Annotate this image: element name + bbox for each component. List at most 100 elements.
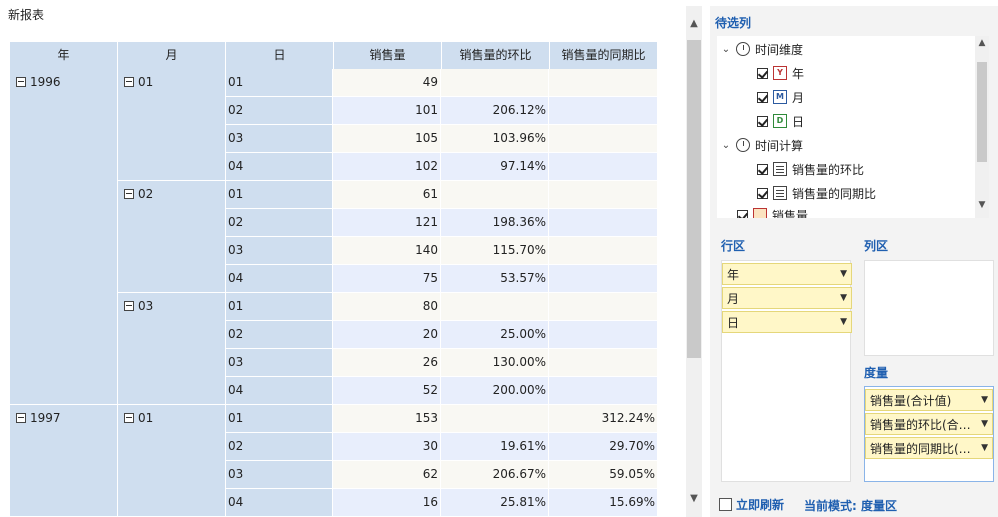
row-zone-title: 行区 — [721, 239, 746, 253]
header-yoy[interactable]: 销售量的同期比 — [550, 42, 657, 69]
tree-node-mom[interactable]: 销售量的环比 — [757, 160, 864, 178]
row-chip-day[interactable]: 日 ▼ — [722, 311, 852, 333]
day-cell: 02 — [226, 433, 333, 460]
collapse-icon[interactable] — [124, 301, 134, 311]
table-row: 02 121 198.36% — [226, 209, 657, 237]
candidates-title: 待选列 — [715, 16, 752, 30]
tree-node-day[interactable]: D 日 — [757, 112, 804, 130]
table-row: 03 26 130.00% — [226, 349, 657, 377]
mom-cell — [441, 405, 549, 432]
tree-label: 月 — [792, 90, 805, 105]
scroll-thumb[interactable] — [687, 40, 701, 358]
dropdown-arrow-icon[interactable]: ▼ — [840, 317, 847, 327]
dropdown-arrow-icon[interactable]: ▼ — [840, 293, 847, 303]
day-cell: 01 — [226, 293, 333, 320]
year-icon: Y — [773, 66, 787, 80]
header-month[interactable]: 月 — [118, 42, 226, 69]
main-scrollbar[interactable]: ▲ ▼ — [686, 6, 702, 517]
dropdown-arrow-icon[interactable]: ▼ — [840, 269, 847, 279]
day-cell: 04 — [226, 377, 333, 404]
year-cell: 1997 — [10, 405, 117, 517]
collapse-icon[interactable] — [124, 413, 134, 423]
dropdown-arrow-icon[interactable]: ▼ — [981, 419, 988, 429]
checkbox[interactable] — [757, 187, 768, 199]
row-zone[interactable]: 年 ▼ 月 ▼ 日 ▼ — [721, 260, 852, 482]
clock-icon — [736, 42, 750, 56]
scroll-up-icon[interactable]: ▲ — [975, 38, 989, 48]
tree-node-yoy[interactable]: 销售量的同期比 — [757, 184, 876, 202]
yoy-cell — [549, 293, 657, 320]
year-column: 1996 1997 — [10, 69, 117, 517]
chevron-down-icon[interactable]: ⌄ — [721, 44, 731, 55]
measure-chip-yoy[interactable]: 销售量的同期比(… ▼ — [865, 437, 993, 459]
checkbox[interactable] — [737, 209, 748, 218]
refresh-checkbox[interactable] — [719, 498, 732, 511]
scroll-down-icon[interactable]: ▼ — [975, 200, 989, 210]
scroll-down-icon[interactable]: ▼ — [686, 491, 702, 507]
checkbox[interactable] — [757, 67, 768, 79]
yoy-cell — [549, 377, 657, 404]
sales-cell: 52 — [333, 377, 441, 404]
header-year[interactable]: 年 — [10, 42, 118, 69]
year-label: 1997 — [30, 411, 61, 425]
collapse-icon[interactable] — [16, 77, 26, 87]
checkbox[interactable] — [757, 115, 768, 127]
day-cell: 01 — [226, 181, 333, 208]
tree-node-time-dim[interactable]: ⌄ 时间维度 — [721, 40, 803, 58]
chevron-down-icon[interactable]: ⌄ — [721, 140, 731, 151]
sales-cell: 61 — [333, 181, 441, 208]
data-rows: 01 49 02 101 206.12% 03 105 103.96% 04 102 97.14% 0… — [226, 69, 657, 517]
header-day[interactable]: 日 — [226, 42, 334, 69]
mom-cell: 97.14% — [441, 153, 549, 180]
day-cell: 03 — [226, 237, 333, 264]
header-mom[interactable]: 销售量的环比 — [442, 42, 550, 69]
pivot-header: 年 月 日 销售量 销售量的环比 销售量的同期比 — [10, 42, 657, 69]
tree-scrollbar[interactable]: ▲ ▼ — [975, 36, 989, 218]
yoy-cell: 15.69% — [549, 489, 657, 516]
mom-cell: 198.36% — [441, 209, 549, 236]
table-row: 03 62 206.67% 59.05% — [226, 461, 657, 489]
checkbox[interactable] — [757, 91, 768, 103]
collapse-icon[interactable] — [124, 189, 134, 199]
scroll-thumb[interactable] — [977, 62, 987, 162]
tree-node-measure[interactable]: 销售量 — [737, 206, 808, 218]
dropdown-arrow-icon[interactable]: ▼ — [981, 443, 988, 453]
dropdown-arrow-icon[interactable]: ▼ — [981, 395, 988, 405]
mom-cell: 130.00% — [441, 349, 549, 376]
sales-cell: 26 — [333, 349, 441, 376]
table-row: 01 49 — [226, 69, 657, 97]
header-sales[interactable]: 销售量 — [334, 42, 442, 69]
month-icon: M — [773, 90, 787, 104]
scroll-up-icon[interactable]: ▲ — [686, 16, 702, 32]
sales-cell: 140 — [333, 237, 441, 264]
day-cell: 01 — [226, 69, 333, 96]
day-cell: 03 — [226, 349, 333, 376]
collapse-icon[interactable] — [16, 413, 26, 423]
measure-chip-mom[interactable]: 销售量的环比(合… ▼ — [865, 413, 993, 435]
yoy-cell — [549, 265, 657, 292]
measure-chip-sum[interactable]: 销售量(合计值) ▼ — [865, 389, 993, 411]
month-cell: 01 — [118, 405, 225, 517]
yoy-cell — [549, 321, 657, 348]
checkbox[interactable] — [757, 163, 768, 175]
refresh-label: 立即刷新 — [736, 498, 785, 512]
col-zone[interactable] — [864, 260, 994, 356]
chip-label: 销售量(合计值) — [870, 393, 952, 408]
row-chip-year[interactable]: 年 ▼ — [722, 263, 852, 285]
mom-cell: 25.81% — [441, 489, 549, 516]
measure-zone[interactable]: 销售量(合计值) ▼ 销售量的环比(合… ▼ 销售量的同期比(… ▼ — [864, 386, 994, 482]
mom-cell: 206.12% — [441, 97, 549, 124]
sales-cell: 121 — [333, 209, 441, 236]
tree-node-month[interactable]: M 月 — [757, 88, 804, 106]
sales-cell: 62 — [333, 461, 441, 488]
yoy-cell: 29.70% — [549, 433, 657, 460]
month-column: 01 02 03 01 — [118, 69, 225, 517]
tree-node-time-calc[interactable]: ⌄ 时间计算 — [721, 136, 803, 154]
tree-node-year[interactable]: Y 年 — [757, 64, 804, 82]
month-label: 01 — [138, 411, 154, 425]
day-cell: 04 — [226, 265, 333, 292]
row-chip-month[interactable]: 月 ▼ — [722, 287, 852, 309]
refresh-toggle[interactable]: 立即刷新 — [719, 496, 784, 513]
collapse-icon[interactable] — [124, 77, 134, 87]
yoy-cell — [549, 125, 657, 152]
